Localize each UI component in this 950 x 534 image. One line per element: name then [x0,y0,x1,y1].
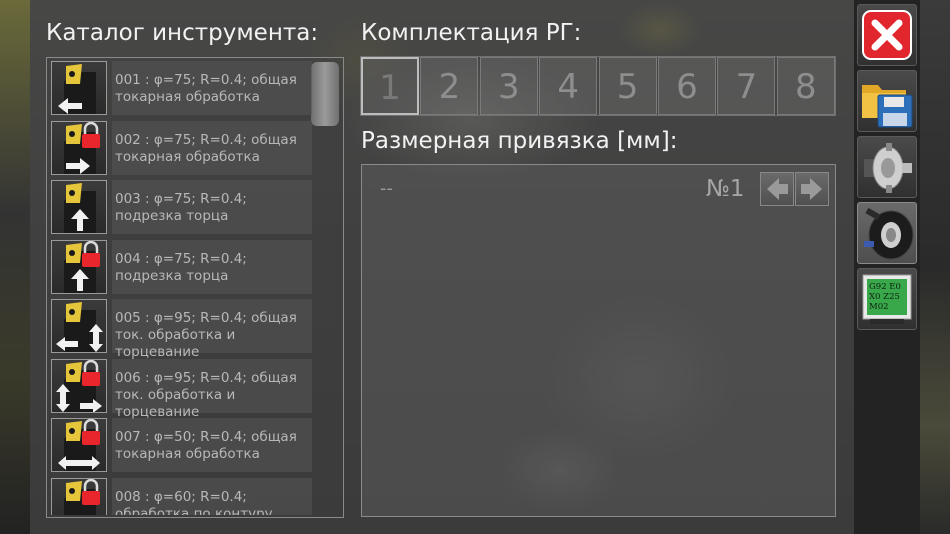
lock-icon [82,478,100,505]
gcode-button[interactable]: G92 E0 X0 Z25 M02 [857,268,917,330]
lock-icon [82,240,100,267]
rg-slot-6[interactable]: 6 [658,57,716,115]
tool-arrow-leftright-icon [58,419,100,471]
catalog-item-icon-frame [51,299,107,353]
rg-slot-5[interactable]: 5 [598,57,657,115]
catalog-item-icon-frame [51,358,107,413]
next-button[interactable] [795,172,829,206]
catalog-item[interactable]: 004 : φ=75; R=0.4; подрезка торца [49,238,312,294]
gcode-line-2: X0 Z25 [869,292,900,302]
tool-arrow-right-updown-icon [56,359,102,412]
rg-slot-3[interactable]: 3 [479,57,538,115]
catalog-item-label: 006 : φ=95; R=0.4; общая ток. обработка … [115,369,297,420]
rg-slot-1[interactable]: 1 [361,57,419,115]
tool-arrow-left-updown-icon [56,302,103,352]
rg-slot-8[interactable]: 8 [776,57,835,115]
save-icon [862,85,913,128]
tool-arrow-right-icon [64,121,100,174]
arrow-left-icon [767,178,788,200]
lock-icon [82,359,100,386]
gcode-line-3: M02 [869,302,889,312]
turret-icon [864,143,912,193]
catalog-item-label: 007 : φ=50; R=0.4; общая токарная обрабо… [115,429,297,462]
arrow-right-icon [801,178,822,200]
tool-arrow-up-icon [64,183,96,233]
measurement-number: №1 [706,176,745,202]
catalog-item-icon-frame [51,61,107,115]
catalog-item-label: 005 : φ=95; R=0.4; общая ток. обработка … [115,310,297,360]
close-button[interactable] [857,4,917,66]
turret-button[interactable] [857,136,917,198]
rg-slot-2[interactable]: 2 [420,57,479,115]
rg-slot-7[interactable]: 7 [717,57,776,115]
catalog-item[interactable]: 001 : φ=75; R=0.4; общая токарная обрабо… [49,59,312,115]
rg-title: Комплектация РГ: [361,20,582,46]
catalog-item[interactable]: 006 : φ=95; R=0.4; общая ток. обработка … [49,357,312,420]
rg-slot-4[interactable]: 4 [539,57,598,115]
gcode-icon: G92 E0 X0 Z25 M02 [862,274,912,324]
catalog-item-icon-frame [51,239,107,294]
catalog-item-icon-frame [51,418,107,472]
catalog-item[interactable]: 007 : φ=50; R=0.4; общая токарная обрабо… [49,416,312,472]
catalog-item[interactable]: 003 : φ=75; R=0.4; подрезка торца [49,178,312,234]
catalog-item[interactable]: 005 : φ=95; R=0.4; общая ток. обработка … [49,297,312,360]
tool-holder-button[interactable] [857,202,917,264]
lock-icon [82,419,100,445]
catalog-title: Каталог инструмента: [46,20,319,46]
prev-button[interactable] [760,172,794,206]
tool-holder-icon [864,207,914,260]
gcode-line-1: G92 E0 [869,282,901,292]
catalog-item-label: 004 : φ=75; R=0.4; подрезка торца [115,250,247,284]
lock-icon [82,121,100,148]
catalog-item-label: 002 : φ=75; R=0.4; общая токарная обрабо… [115,131,297,165]
measurement-panel [361,164,836,517]
tool-arrow-left-icon [58,64,96,114]
measurement-value: -- [380,178,393,199]
close-icon [862,10,912,60]
catalog-item-label: 001 : φ=75; R=0.4; общая токарная обрабо… [115,72,297,105]
catalog-item-label: 003 : φ=75; R=0.4; подрезка торца [115,191,247,224]
left-edge [0,0,30,534]
tool-arrow-up-icon [64,240,100,293]
catalog-item[interactable]: 002 : φ=75; R=0.4; общая токарная обрабо… [49,119,312,175]
catalog-item-icon-frame [51,120,107,175]
catalog-item-icon-frame [51,180,107,234]
save-button[interactable] [857,70,917,132]
